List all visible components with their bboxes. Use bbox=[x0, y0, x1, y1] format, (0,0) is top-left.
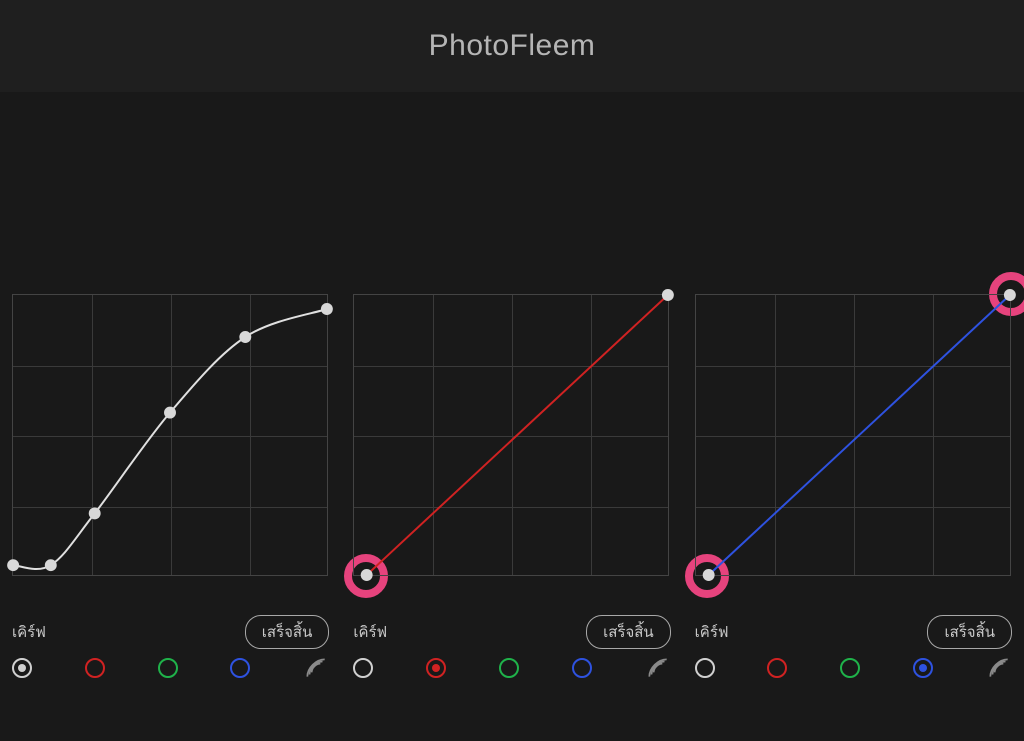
panels-row: เคิร์ฟ เสร็จสิ้น เคิร์ฟ เสร็จสิ้น เคิร์ฟ เสร็… bbox=[0, 92, 1024, 741]
app-title: PhotoFleem bbox=[429, 29, 596, 63]
curve-control-point[interactable] bbox=[239, 331, 251, 343]
channel-row bbox=[353, 655, 670, 681]
channel-blue-button[interactable] bbox=[913, 658, 933, 678]
curve-label: เคิร์ฟ bbox=[695, 620, 729, 644]
channel-white-button[interactable] bbox=[12, 658, 32, 678]
curve-control-point[interactable] bbox=[662, 289, 674, 301]
curve-control-point[interactable] bbox=[7, 559, 19, 571]
curve-grid[interactable] bbox=[695, 294, 1011, 576]
channel-white-button[interactable] bbox=[353, 658, 373, 678]
channel-white-button[interactable] bbox=[695, 658, 715, 678]
labels-row: เคิร์ฟ เสร็จสิ้น bbox=[12, 615, 329, 649]
curve-panel: เคิร์ฟ เสร็จสิ้น bbox=[341, 92, 682, 741]
channel-blue-button[interactable] bbox=[572, 658, 592, 678]
curve-control-point[interactable] bbox=[89, 507, 101, 519]
channel-red-button[interactable] bbox=[426, 658, 446, 678]
labels-row: เคิร์ฟ เสร็จสิ้น bbox=[695, 615, 1012, 649]
done-button[interactable]: เสร็จสิ้น bbox=[245, 615, 330, 649]
channel-red-button[interactable] bbox=[85, 658, 105, 678]
panel-toolbar: เคิร์ฟ เสร็จสิ้น bbox=[683, 597, 1024, 741]
channel-green-button[interactable] bbox=[158, 658, 178, 678]
done-button[interactable]: เสร็จสิ้น bbox=[927, 615, 1012, 649]
channel-red-button[interactable] bbox=[767, 658, 787, 678]
curve-control-point[interactable] bbox=[1004, 289, 1016, 301]
done-button[interactable]: เสร็จสิ้น bbox=[586, 615, 671, 649]
curve-line[interactable] bbox=[708, 295, 1009, 575]
channel-blue-button[interactable] bbox=[230, 658, 250, 678]
curve-control-point[interactable] bbox=[45, 559, 57, 571]
panel-toolbar: เคิร์ฟ เสร็จสิ้น bbox=[0, 597, 341, 741]
channel-row bbox=[12, 655, 329, 681]
curve-plot[interactable] bbox=[354, 295, 668, 575]
labels-row: เคิร์ฟ เสร็จสิ้น bbox=[353, 615, 670, 649]
curve-panel: เคิร์ฟ เสร็จสิ้น bbox=[683, 92, 1024, 741]
curve-control-point[interactable] bbox=[321, 303, 333, 315]
app-header: PhotoFleem bbox=[0, 0, 1024, 92]
reset-curve-icon[interactable] bbox=[303, 655, 329, 681]
channel-green-button[interactable] bbox=[840, 658, 860, 678]
curve-control-point[interactable] bbox=[702, 569, 714, 581]
curve-plot[interactable] bbox=[13, 295, 327, 575]
reset-curve-icon[interactable] bbox=[645, 655, 671, 681]
curve-grid[interactable] bbox=[12, 294, 328, 576]
curve-panel: เคิร์ฟ เสร็จสิ้น bbox=[0, 92, 341, 741]
curve-control-point[interactable] bbox=[164, 407, 176, 419]
curve-line[interactable] bbox=[13, 309, 327, 569]
reset-curve-icon[interactable] bbox=[986, 655, 1012, 681]
channel-row bbox=[695, 655, 1012, 681]
curve-line[interactable] bbox=[367, 295, 668, 575]
curve-plot[interactable] bbox=[696, 295, 1010, 575]
curve-grid[interactable] bbox=[353, 294, 669, 576]
channel-green-button[interactable] bbox=[499, 658, 519, 678]
curve-control-point[interactable] bbox=[361, 569, 373, 581]
curve-label: เคิร์ฟ bbox=[12, 620, 46, 644]
panel-toolbar: เคิร์ฟ เสร็จสิ้น bbox=[341, 597, 682, 741]
curve-label: เคิร์ฟ bbox=[353, 620, 387, 644]
